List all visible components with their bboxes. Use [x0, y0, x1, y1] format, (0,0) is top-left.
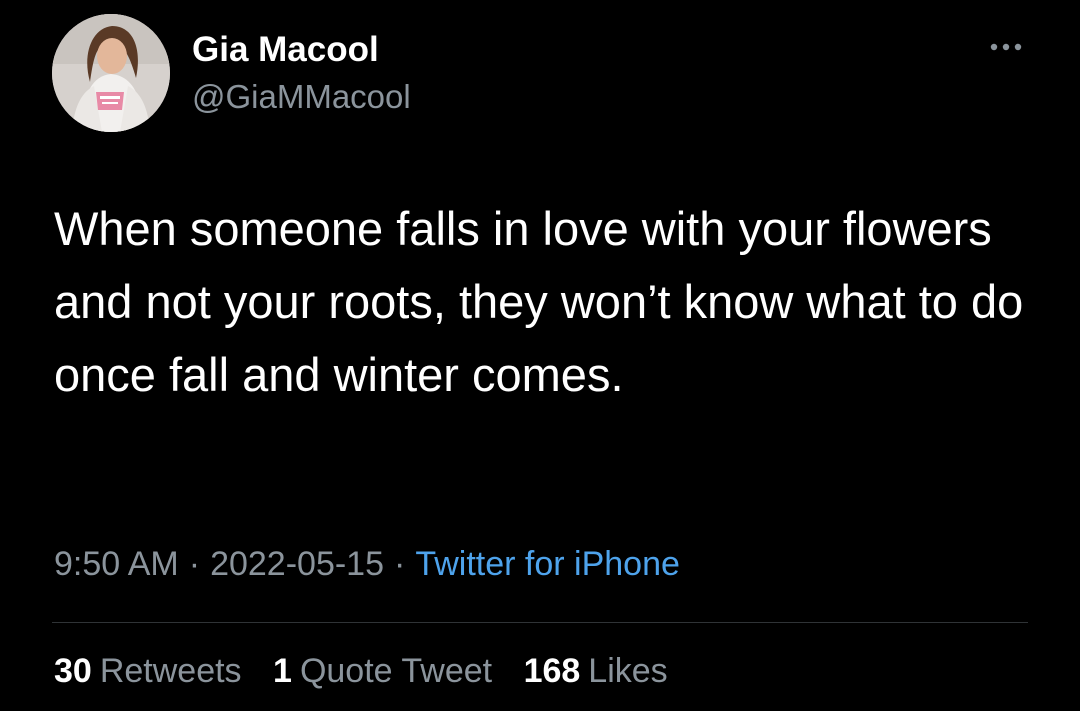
author-handle[interactable]: @GiaMMacool — [192, 78, 411, 116]
retweets-label: Retweets — [99, 652, 242, 690]
tweet-time[interactable]: 9:50 AM — [54, 545, 179, 583]
tweet-card: Gia Macool @GiaMMacool When someone fall… — [0, 0, 1080, 711]
likes-count: 168 — [523, 652, 581, 690]
tweet-text: When someone falls in love with your flo… — [54, 202, 1024, 401]
avatar[interactable] — [52, 14, 170, 132]
meta-separator: · — [188, 545, 201, 583]
meta-separator: · — [394, 545, 406, 583]
tweet-source-link[interactable]: Twitter for iPhone — [415, 545, 680, 583]
author-name[interactable]: Gia Macool — [192, 30, 379, 70]
retweets-stat[interactable]: 30 Retweets — [54, 652, 242, 690]
quote-tweets-label: Quote Tweet — [299, 652, 493, 690]
divider — [52, 622, 1028, 623]
tweet-stats: 30 Retweets 1 Quote Tweet 168 Likes — [54, 652, 690, 691]
avatar-photo — [52, 14, 170, 132]
tweet-date[interactable]: 2022-05-15 — [210, 545, 384, 583]
retweets-count: 30 — [54, 652, 92, 690]
likes-label: Likes — [588, 652, 668, 690]
quote-tweets-stat[interactable]: 1 Quote Tweet — [273, 652, 492, 690]
quote-tweets-count: 1 — [273, 652, 292, 690]
more-options-icon[interactable] — [984, 32, 1028, 62]
tweet-meta: 9:50 AM · 2022-05-15 · Twitter for iPhone — [54, 545, 680, 584]
likes-stat[interactable]: 168 Likes — [524, 652, 668, 690]
